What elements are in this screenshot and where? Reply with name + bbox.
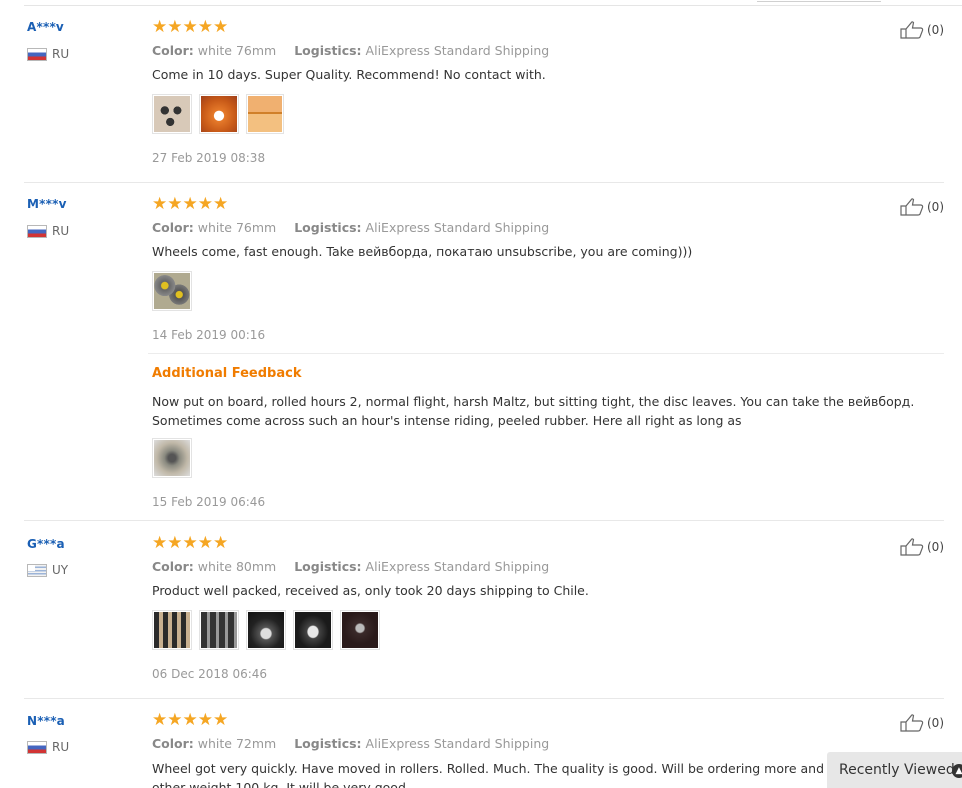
review-attributes: Color: white 80mm Logistics: AliExpress … — [152, 559, 549, 574]
thumbs-up-icon — [900, 538, 924, 556]
logistics-label: Logistics: — [294, 43, 362, 58]
logistics-label: Logistics: — [294, 559, 362, 574]
reviewer-name[interactable]: M***v — [27, 197, 67, 211]
thumbs-up-icon — [900, 714, 924, 732]
logistics-label: Logistics: — [294, 220, 362, 235]
review-attributes: Color: white 76mm Logistics: AliExpress … — [152, 43, 549, 58]
helpful-button[interactable]: (0) — [900, 714, 944, 732]
logistics-label: Logistics: — [294, 736, 362, 751]
review-photo-thumbnail[interactable] — [199, 610, 239, 650]
reviewer-name[interactable]: N***a — [27, 714, 65, 728]
thumbs-up-icon — [900, 198, 924, 216]
color-value: white 72mm — [197, 736, 277, 751]
review-photo-thumbnail[interactable] — [152, 271, 192, 311]
flag-uy-icon — [27, 564, 47, 577]
rating-stars: ★★★★★ — [152, 710, 229, 730]
logistics-value: AliExpress Standard Shipping — [365, 736, 550, 751]
rating-stars: ★★★★★ — [152, 17, 229, 37]
helpful-count: (0) — [927, 716, 944, 730]
flag-ru-icon — [27, 225, 47, 238]
color-label: Color: — [152, 559, 194, 574]
reviewer-country: UY — [52, 563, 69, 577]
helpful-button[interactable]: (0) — [900, 198, 944, 216]
color-value: white 76mm — [197, 220, 277, 235]
reviewer-country: RU — [52, 224, 70, 238]
review-item: M***v RU ★★★★★ Color: white 76mm Logisti… — [24, 183, 944, 521]
rating-stars: ★★★★★ — [152, 194, 229, 214]
review-date: 14 Feb 2019 00:16 — [152, 328, 266, 342]
thumbs-up-icon — [900, 21, 924, 39]
review-text: Product well packed, received as, only t… — [152, 583, 589, 598]
review-item: N***a RU ★★★★★ Color: white 72mm Logisti… — [24, 699, 944, 788]
additional-feedback-divider — [148, 353, 944, 354]
logistics-value: AliExpress Standard Shipping — [365, 43, 550, 58]
review-photo-thumbnail[interactable] — [152, 94, 192, 134]
reviewer-country: RU — [52, 47, 70, 61]
review-text: Come in 10 days. Super Quality. Recommen… — [152, 67, 546, 82]
review-attributes: Color: white 72mm Logistics: AliExpress … — [152, 736, 549, 751]
recently-viewed-tab[interactable]: Recently Viewed ▲ — [827, 752, 962, 788]
rating-stars: ★★★★★ — [152, 533, 229, 553]
additional-feedback-text: Now put on board, rolled hours 2, normal… — [152, 394, 915, 428]
review-date: 06 Dec 2018 06:46 — [152, 667, 268, 681]
logistics-value: AliExpress Standard Shipping — [365, 559, 550, 574]
recently-viewed-label: Recently Viewed — [839, 762, 955, 778]
review-photo-thumbnail[interactable] — [340, 610, 380, 650]
chevron-up-icon: ▲ — [952, 764, 962, 778]
review-photo-thumbnail[interactable] — [199, 94, 239, 134]
color-value: white 76mm — [197, 43, 277, 58]
helpful-count: (0) — [927, 540, 944, 554]
helpful-count: (0) — [927, 200, 944, 214]
review-text: Wheel got very quickly. Have moved in ro… — [152, 761, 825, 788]
reviewer-country: RU — [52, 740, 70, 754]
color-value: white 80mm — [197, 559, 277, 574]
color-label: Color: — [152, 736, 194, 751]
review-photo-thumbnail[interactable] — [246, 610, 286, 650]
review-photo-thumbnail[interactable] — [293, 610, 333, 650]
review-photo-thumbnail[interactable] — [152, 610, 192, 650]
color-label: Color: — [152, 43, 194, 58]
helpful-button[interactable]: (0) — [900, 538, 944, 556]
review-item: G***a UY ★★★★★ Color: white 80mm Logisti… — [24, 521, 944, 699]
reviewer-name[interactable]: A***v — [27, 20, 64, 34]
logistics-value: AliExpress Standard Shipping — [365, 220, 550, 235]
helpful-button[interactable]: (0) — [900, 21, 944, 39]
helpful-count: (0) — [927, 23, 944, 37]
review-item: A***v RU ★★★★★ Color: white 76mm Logisti… — [24, 0, 944, 183]
review-photo-thumbnail[interactable] — [246, 94, 284, 134]
additional-feedback-title: Additional Feedback — [152, 366, 302, 381]
additional-feedback-date: 15 Feb 2019 06:46 — [152, 495, 266, 509]
color-label: Color: — [152, 220, 194, 235]
flag-ru-icon — [27, 48, 47, 61]
review-text: Wheels come, fast enough. Take вейвборда… — [152, 244, 693, 259]
review-attributes: Color: white 76mm Logistics: AliExpress … — [152, 220, 549, 235]
reviewer-name[interactable]: G***a — [27, 537, 65, 551]
flag-ru-icon — [27, 741, 47, 754]
review-photo-thumbnail[interactable] — [152, 438, 192, 478]
review-date: 27 Feb 2019 08:38 — [152, 151, 266, 165]
